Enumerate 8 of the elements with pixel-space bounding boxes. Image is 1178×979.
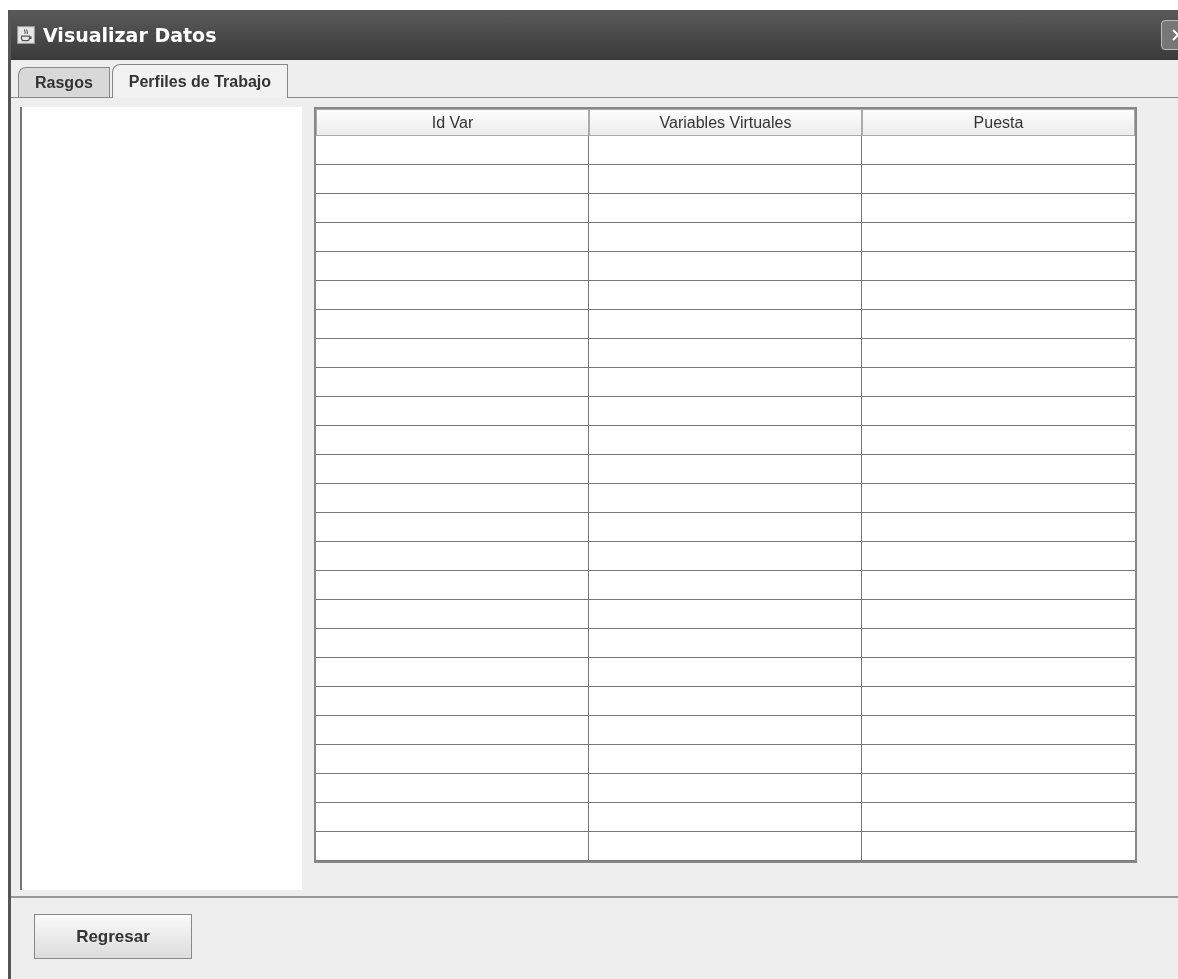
tab[interactable]: Perfiles de Trabajo: [111, 64, 289, 98]
column-header[interactable]: Puesta: [862, 109, 1135, 136]
column-header[interactable]: Id Var: [316, 109, 589, 136]
column-header[interactable]: Variables Virtuales: [589, 109, 862, 136]
cup-icon: [17, 26, 35, 44]
window-title: Visualizar Datos: [43, 24, 217, 46]
tab[interactable]: Rasgos: [18, 67, 110, 97]
back-button[interactable]: Regresar: [34, 914, 192, 959]
